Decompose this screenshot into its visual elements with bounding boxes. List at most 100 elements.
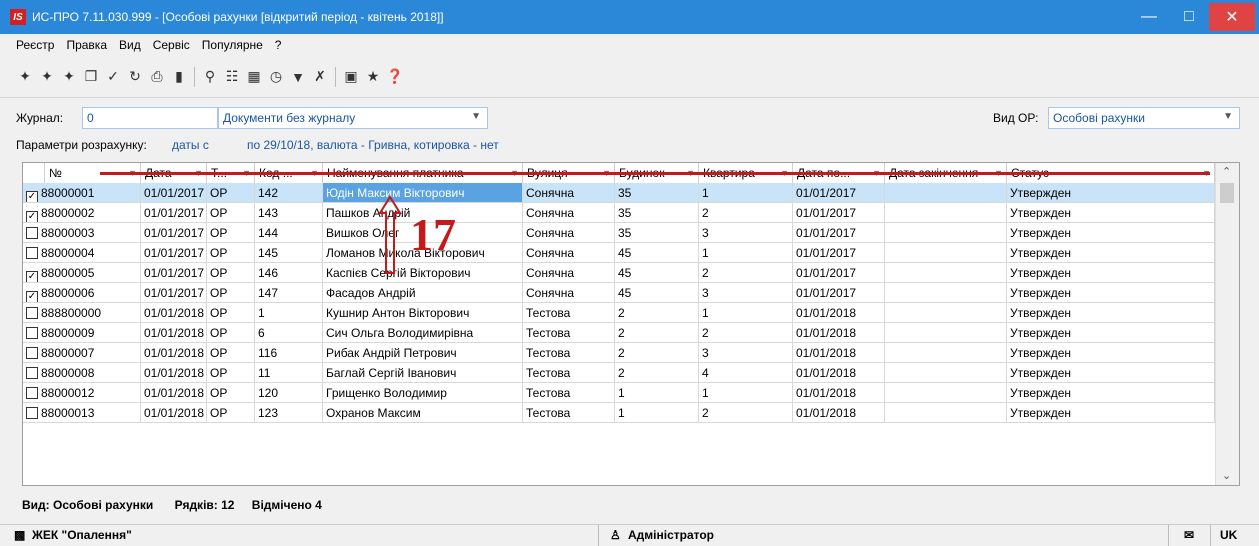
menu-popular[interactable]: Популярне	[202, 38, 263, 52]
cell-date-from: 01/01/2018	[793, 343, 885, 363]
cell-house: 2	[615, 323, 699, 343]
help-icon[interactable]: ❓	[384, 66, 406, 88]
cell-num: 88000008	[23, 363, 141, 383]
cell-num: 888800000	[23, 303, 141, 323]
find-icon[interactable]: ⚲	[199, 66, 221, 88]
clear-filter-icon[interactable]: ✗	[309, 66, 331, 88]
new-sub-icon[interactable]: ✦	[58, 66, 80, 88]
cell-type: ОР	[207, 263, 255, 283]
cell-date-end	[885, 303, 1007, 323]
table-row[interactable]: 88000008 01/01/2018 ОР 11 Баглай Сергій Іван…	[23, 363, 1215, 383]
cell-type: ОР	[207, 303, 255, 323]
table-row[interactable]: 88000003 01/01/2017 ОР 144 Вишков Олег Сонячн…	[23, 223, 1215, 243]
cell-status: Утвержден	[1007, 303, 1215, 323]
grid-icon[interactable]: ▦	[243, 66, 265, 88]
params-date-link[interactable]: даты с	[172, 138, 209, 152]
filter-icon[interactable]: ✓	[102, 66, 124, 88]
building-icon: ▩	[14, 528, 26, 542]
user-icon: ♙	[610, 528, 621, 542]
scroll-thumb[interactable]	[1220, 183, 1234, 203]
cell-status: Утвержден	[1007, 263, 1215, 283]
row-checkbox[interactable]: ✓	[26, 271, 38, 282]
params-label: Параметри розрахунку:	[16, 138, 147, 152]
cell-name: Кушнир Антон Вікторович	[323, 303, 523, 323]
row-checkbox[interactable]	[26, 367, 38, 379]
menu-help[interactable]: ?	[275, 38, 282, 52]
cell-street: Сонячна	[523, 183, 615, 203]
cell-name: Охранов Максим	[323, 403, 523, 423]
row-checkbox[interactable]	[26, 327, 38, 339]
row-checkbox[interactable]	[26, 387, 38, 399]
cell-house: 2	[615, 303, 699, 323]
calc-icon[interactable]: ▣	[340, 66, 362, 88]
cell-status: Утвержден	[1007, 403, 1215, 423]
cell-street: Тестова	[523, 303, 615, 323]
table-row[interactable]: 88000012 01/01/2018 ОР 120 Грищенко Володими…	[23, 383, 1215, 403]
minimize-icon[interactable]: —	[1129, 0, 1169, 34]
window-title: ИС-ПРО 7.11.030.999 - [Особові рахунки […	[32, 10, 444, 24]
params-value[interactable]: по 29/10/18, валюта - Гривна, котировка …	[247, 138, 499, 152]
table-row[interactable]: 88000009 01/01/2018 ОР 6 Сич Ольга Володимир…	[23, 323, 1215, 343]
new-icon[interactable]: ✦	[14, 66, 36, 88]
menu-edit[interactable]: Правка	[66, 38, 107, 52]
maximize-icon[interactable]: □	[1169, 0, 1209, 34]
cell-apt: 2	[699, 323, 793, 343]
menu-service[interactable]: Сервіс	[153, 38, 190, 52]
row-checkbox[interactable]: ✓	[26, 291, 38, 302]
cell-num: 88000007	[23, 343, 141, 363]
row-checkbox[interactable]	[26, 407, 38, 419]
window-titlebar: IS ИС-ПРО 7.11.030.999 - [Особові рахунк…	[0, 0, 1259, 34]
print-icon[interactable]: ⎙	[146, 66, 168, 88]
cell-apt: 2	[699, 203, 793, 223]
new-copy-icon[interactable]: ✦	[36, 66, 58, 88]
cell-date-end	[885, 203, 1007, 223]
tree-icon[interactable]: ☷	[221, 66, 243, 88]
language-indicator[interactable]: UK	[1220, 528, 1237, 542]
cell-date-from: 01/01/2018	[793, 383, 885, 403]
scroll-up-icon[interactable]: ⌃	[1222, 165, 1231, 178]
funnel-icon[interactable]: ▼	[287, 66, 309, 88]
row-checkbox[interactable]	[26, 347, 38, 359]
menu-registry[interactable]: Реєстр	[16, 38, 54, 52]
menu-view[interactable]: Вид	[119, 38, 141, 52]
refresh-icon[interactable]: ↻	[124, 66, 146, 88]
row-checkbox[interactable]	[26, 247, 38, 259]
table-row[interactable]: 888800000 01/01/2018 ОР 1 Кушнир Антон Вікто…	[23, 303, 1215, 323]
vid-dropdown[interactable]: Особові рахунки ▼	[1048, 107, 1240, 129]
scroll-down-icon[interactable]: ⌄	[1222, 469, 1231, 482]
journal-name-dropdown[interactable]: Документи без журналу ▼	[218, 107, 488, 129]
cell-code: 144	[255, 223, 323, 243]
table-row[interactable]: ✓ 88000002 01/01/2017 ОР 143 Пашков Андрій Сон…	[23, 203, 1215, 223]
row-checkbox[interactable]: ✓	[26, 211, 38, 222]
cell-name: Баглай Сергій Іванович	[323, 363, 523, 383]
clock-icon[interactable]: ◷	[265, 66, 287, 88]
column-header-check[interactable]	[23, 163, 45, 183]
favorite-icon[interactable]: ★	[362, 66, 384, 88]
cell-date: 01/01/2018	[141, 343, 207, 363]
preview-icon[interactable]: ▮	[168, 66, 190, 88]
table-row[interactable]: 88000013 01/01/2018 ОР 123 Охранов Максим Тес…	[23, 403, 1215, 423]
annotation-arrow-icon	[378, 195, 402, 274]
table-row[interactable]: 88000004 01/01/2017 ОР 145 Ломанов Микола Ві…	[23, 243, 1215, 263]
accounts-table: №▼ Дата▼ Т...▼ Код ...▼ Найменування пла…	[22, 162, 1240, 486]
cell-date-from: 01/01/2017	[793, 203, 885, 223]
row-checkbox[interactable]	[26, 307, 38, 319]
table-row[interactable]: ✓ 88000006 01/01/2017 ОР 147 Фасадов Андрій Со…	[23, 283, 1215, 303]
mail-icon[interactable]: ✉	[1184, 528, 1194, 542]
journal-name-value: Документи без журналу	[223, 111, 356, 125]
copy-icon[interactable]: ❐	[80, 66, 102, 88]
row-checkbox[interactable]: ✓	[26, 191, 38, 202]
table-row[interactable]: ✓ 88000005 01/01/2017 ОР 146 Каспієв Сергій В…	[23, 263, 1215, 283]
status-bar: ▩ ЖЕК "Опалення" ♙ Адміністратор ✉ UK	[0, 524, 1259, 546]
journal-field[interactable]: 0	[82, 107, 218, 129]
table-row[interactable]: 88000007 01/01/2018 ОР 116 Рибак Андрій Петр…	[23, 343, 1215, 363]
cell-status: Утвержден	[1007, 183, 1215, 203]
table-row[interactable]: ✓ 88000001 01/01/2017 ОР 142 Юдін Максим Вікт…	[23, 183, 1215, 203]
cell-apt: 2	[699, 403, 793, 423]
toolbar-separator	[335, 66, 336, 87]
vertical-scrollbar[interactable]: ⌃ ⌄	[1215, 163, 1239, 485]
row-checkbox[interactable]	[26, 227, 38, 239]
close-icon[interactable]: ✕	[1209, 3, 1255, 31]
cell-name: Фасадов Андрій	[323, 283, 523, 303]
cell-date-end	[885, 263, 1007, 283]
